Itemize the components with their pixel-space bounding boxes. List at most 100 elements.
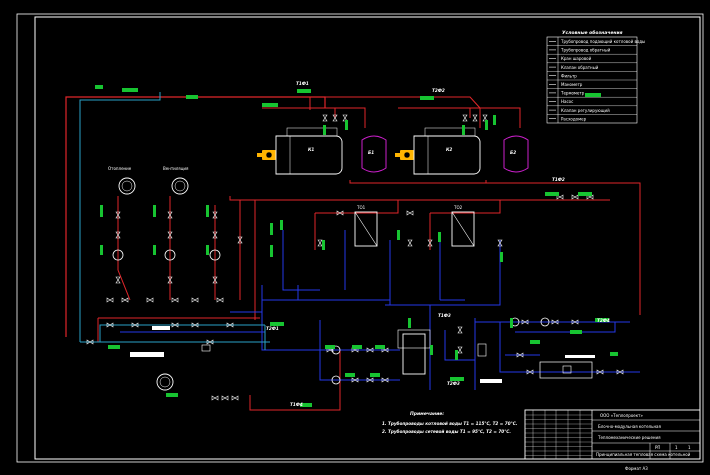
instrument-tag (585, 93, 601, 97)
valve-icon (115, 276, 121, 284)
heat-exchanger-1-label: ТО1 (356, 205, 366, 210)
legend-item: Кран шаровой (561, 56, 592, 61)
title-block-sheet: 1 (675, 445, 678, 450)
instrument-tag (610, 352, 618, 356)
notes-heading: Примечание: (410, 411, 444, 417)
note-1: 1. Трубопроводы котловой воды Т1 = 115°С… (382, 421, 518, 426)
instrument-tag (153, 205, 156, 217)
instrument-tag (430, 345, 433, 355)
instrument-tag (297, 89, 311, 93)
instrument-tag (397, 230, 400, 240)
valve-icon (211, 395, 219, 401)
instrument-tag (206, 245, 209, 255)
boiler-1-label: К1 (308, 147, 314, 152)
instrument-tag (206, 205, 209, 217)
title-block-organization: ООО «Теплопроект» (600, 413, 643, 418)
valves (86, 114, 624, 401)
instrument-tag (408, 318, 411, 328)
pipe-label-5: Т1Ф3 (438, 313, 451, 318)
instrument-tag (100, 245, 103, 255)
instrument-tag (455, 350, 458, 360)
valve-icon (231, 395, 239, 401)
valve-icon (171, 297, 179, 303)
legend-title: Условные обозначения (562, 29, 623, 36)
instrument-tag (352, 345, 362, 349)
drawing-inner-frame (34, 16, 701, 460)
valve-icon (191, 297, 199, 303)
legend-item: Трубопровод подающий котловой воды (560, 39, 645, 44)
valve-icon (221, 395, 229, 401)
instrument-tag (493, 115, 496, 125)
pipe-label-4: Т2Ф1 (266, 326, 279, 331)
pipe-label-8: Т2Ф4 (597, 318, 610, 323)
title-block-project: Блочно-модульная котельная (598, 424, 662, 429)
valve-icon (571, 194, 579, 200)
valve-icon (462, 114, 468, 122)
drawing-title: Принципиальная тепловая схема котельной (596, 452, 691, 457)
instrument-tag (262, 103, 278, 107)
instrument-tag (122, 88, 138, 92)
make-up-pump (156, 373, 174, 391)
drawing-notes: Примечание: 1. Трубопроводы котловой вод… (382, 411, 518, 434)
instrument-tag (370, 373, 380, 377)
boiler-1: К1 (257, 127, 343, 175)
legend: Условные обозначения Трубопровод подающи… (546, 29, 645, 124)
instrument-tag (485, 120, 488, 130)
legend-item: Фильтр (561, 73, 577, 78)
legend-item: Расходомер (561, 116, 587, 121)
instrument-tag (420, 96, 434, 100)
instrument-tag (530, 340, 540, 344)
title-block-sheets: 1 (688, 445, 691, 450)
instrument-tag (280, 220, 283, 230)
valve-icon (317, 239, 323, 247)
instrument-tag (578, 192, 592, 196)
heat-exchanger-2: ТО2 (451, 205, 475, 247)
instrument-tag (345, 373, 355, 377)
instrument-tag (95, 85, 103, 89)
legend-item: Трубопровод обратный (560, 48, 611, 53)
legend-item: Клапан регулирующий (561, 108, 610, 113)
title-block-format: Формат А3 (625, 466, 648, 471)
valve-icon (457, 326, 463, 334)
pipe-label-7: Т1Ф4 (290, 402, 303, 407)
boiler-2-label: К2 (446, 147, 452, 152)
instrument-tag (323, 125, 326, 135)
supply-piping (65, 96, 641, 411)
instrument-tag (186, 95, 198, 99)
valve-icon (322, 114, 328, 122)
valve-icon (106, 297, 114, 303)
valve-icon (457, 346, 463, 354)
tank-1-label: Б1 (368, 150, 374, 155)
consumer-2: Вентиляция (163, 166, 189, 195)
valve-icon (146, 297, 154, 303)
valve-icon (472, 114, 478, 122)
pipe-label-3: Т1Ф2 (552, 177, 565, 182)
instrument-tag (545, 192, 559, 196)
title-block-sheet-name: Тепломеханические решения (597, 435, 661, 440)
pipe-label-1: Т1Ф1 (296, 81, 309, 86)
expansion-tank-2: Б2 (503, 135, 529, 173)
instrument-tag (325, 345, 335, 349)
pipe-label-6: Т2Ф3 (447, 381, 460, 386)
pipe-label-2: Т2Ф2 (432, 88, 445, 93)
instrument-tag (100, 205, 103, 217)
consumer-1-label: Отопление (108, 166, 132, 171)
tank-2-label: Б2 (510, 150, 516, 155)
note-2: 2. Трубопроводы сетевой воды Т1 = 95°С, … (382, 429, 511, 434)
instrument-tag (345, 120, 348, 130)
legend-item: Насос (561, 99, 573, 104)
legend-item: Клапан обратный (561, 65, 599, 70)
heat-exchanger-1: ТО1 (354, 205, 378, 247)
instrument-tag (510, 318, 513, 328)
boiler-2: К2 (395, 127, 481, 175)
pipe-labels: Т1Ф1 Т2Ф2 Т1Ф2 Т2Ф1 Т1Ф3 Т2Ф3 Т1Ф4 Т2Ф4 (266, 81, 610, 407)
instrument-tag (570, 330, 582, 334)
instrument-tag (322, 240, 325, 250)
instrument-tag (375, 345, 385, 349)
expansion-tank-1: Б1 (361, 135, 387, 173)
valve-icon (406, 210, 414, 216)
instrument-tag (438, 232, 441, 242)
legend-item: Термометр (560, 91, 585, 96)
instrument-tag (108, 345, 120, 349)
heat-exchanger-2-label: ТО2 (453, 205, 463, 210)
